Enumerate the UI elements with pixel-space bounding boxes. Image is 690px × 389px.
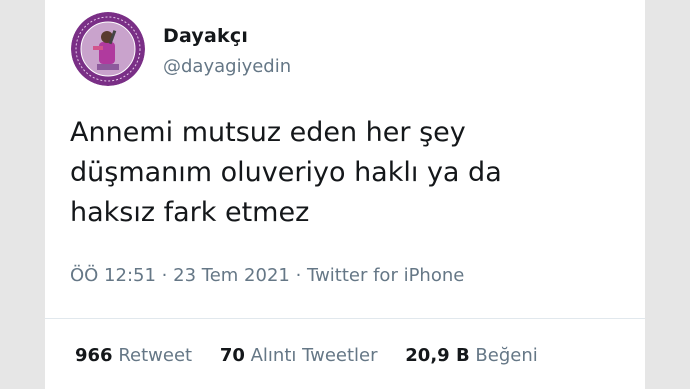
likes-label: Beğeni: [475, 345, 538, 366]
tweet-time[interactable]: ÖÖ 12:51: [70, 265, 156, 286]
likes-stat[interactable]: 20,9 B Beğeni: [405, 345, 537, 366]
quotes-count: 70: [219, 345, 245, 366]
display-name[interactable]: Dayakçı: [163, 25, 248, 47]
tweet-card: Dayakçı @dayagiyedin Annemi mutsuz eden …: [45, 0, 645, 389]
tweet-meta: ÖÖ 12:51 · 23 Tem 2021 · Twitter for iPh…: [70, 265, 464, 286]
meta-separator: ·: [295, 265, 302, 286]
meta-separator: ·: [161, 265, 168, 286]
retweets-count: 966: [75, 345, 113, 366]
divider: [45, 318, 645, 319]
profile-avatar-icon[interactable]: [71, 12, 145, 86]
quotes-stat[interactable]: 70 Alıntı Tweetler: [220, 345, 378, 366]
likes-count: 20,9 B: [405, 345, 470, 366]
tweet-text: Annemi mutsuz eden her şey düşmanım oluv…: [70, 117, 502, 228]
user-handle[interactable]: @dayagiyedin: [163, 56, 291, 77]
quotes-label: Alıntı Tweetler: [250, 345, 378, 366]
retweets-stat[interactable]: 966 Retweet: [75, 345, 192, 366]
tweet-date[interactable]: 23 Tem 2021: [173, 265, 290, 286]
tweet-source[interactable]: Twitter for iPhone: [307, 265, 464, 286]
retweets-label: Retweet: [118, 345, 193, 366]
tweet-stats: 966 Retweet 70 Alıntı Tweetler 20,9 B Be…: [75, 345, 560, 366]
